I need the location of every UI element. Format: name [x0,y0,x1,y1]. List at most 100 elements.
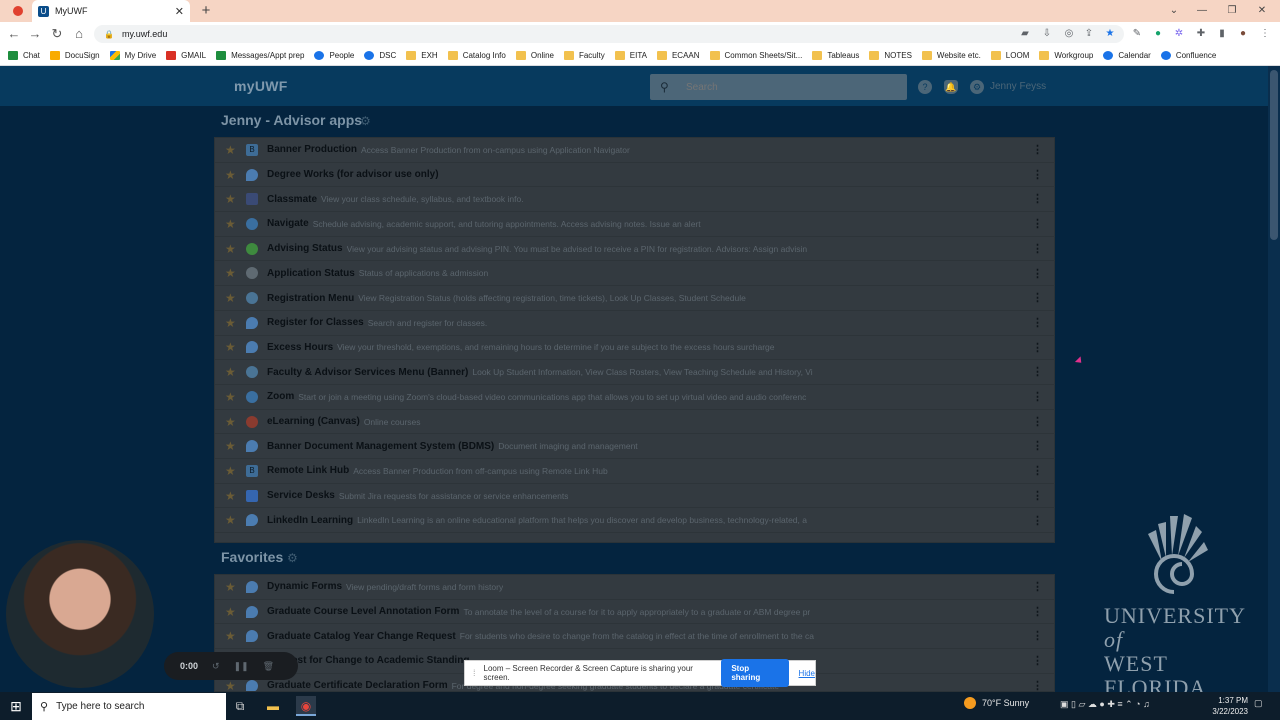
favorite-app-row[interactable]: ★ Dynamic Forms View pending/draft forms a… [215,575,1054,600]
loom-webcam-bubble[interactable] [6,540,154,688]
app-options-menu-icon[interactable]: ⋮ [1032,292,1043,304]
username[interactable]: Jenny Feyss [990,81,1046,92]
favorite-star-icon[interactable]: ★ [225,266,239,280]
app-name[interactable]: Excess Hours [267,342,333,353]
app-options-menu-icon[interactable]: ⋮ [1032,630,1043,642]
minimize-button[interactable]: — [1192,3,1212,19]
app-name[interactable]: Navigate [267,218,309,229]
app-name[interactable]: Application Status [267,268,355,279]
browser-tab[interactable]: U MyUWF ✕ [32,0,190,22]
app-options-menu-icon[interactable]: ⋮ [1032,144,1043,156]
favorite-star-icon[interactable]: ★ [225,217,239,231]
file-explorer-icon[interactable]: ▬ [263,696,283,716]
bookmark-item[interactable]: LOOM [990,51,1029,60]
favorite-star-icon[interactable]: ★ [225,390,239,404]
advisor-app-row[interactable]: ★ Classmate View your class schedule, syll… [215,187,1055,213]
advisor-app-row[interactable]: ★ Banner Document Management System (BDMS… [215,434,1055,460]
advisor-app-row[interactable]: ★ B Remote Link Hub Access Banner Productio… [215,459,1055,484]
app-name[interactable]: Classmate [267,194,317,205]
app-name[interactable]: Zoom [267,391,294,402]
weather-widget[interactable]: 70°F Sunny [964,697,1029,709]
advisor-app-row[interactable]: ★ Advising Status View your advising statu… [215,237,1055,262]
advisor-app-row[interactable]: ★ Application Status Status of application… [215,262,1055,287]
bookmark-item[interactable]: Common Sheets/Sit... [709,51,802,60]
bookmark-item[interactable]: EITA [614,51,647,60]
search-box[interactable]: ⚲ [650,74,907,100]
app-name[interactable]: eLearning (Canvas) [267,416,360,427]
favorite-star-icon[interactable]: ★ [225,168,239,182]
app-options-menu-icon[interactable]: ⋮ [1032,193,1043,205]
advisor-app-row[interactable]: ★ Degree Works (for advisor use only) ⋮ [215,163,1055,188]
bookmark-item[interactable]: Online [515,51,554,60]
translate-icon[interactable]: ◎ [1062,26,1076,42]
app-name[interactable]: Advising Status [267,243,343,254]
tab-search-icon[interactable]: ⌄ [1164,3,1184,19]
app-options-menu-icon[interactable]: ⋮ [1032,655,1043,667]
advisor-app-row[interactable]: ★ Register for Classes Search and register… [215,311,1055,336]
taskbar-search[interactable]: ⚲ Type here to search [32,693,226,720]
app-options-menu-icon[interactable]: ⋮ [1032,515,1043,527]
app-name[interactable]: Graduate Certificate Declaration Form [267,680,448,691]
app-options-menu-icon[interactable]: ⋮ [1032,416,1043,428]
app-options-menu-icon[interactable]: ⋮ [1032,268,1043,280]
grammarly-icon[interactable]: ● [1151,26,1165,42]
bookmark-item[interactable]: Website etc. [921,51,981,60]
drag-handle-icon[interactable]: ⁞ [473,668,476,678]
app-options-menu-icon[interactable]: ⋮ [1032,391,1043,403]
bookmark-item[interactable]: Faculty [563,51,605,60]
side-panel-icon[interactable]: ▮ [1215,26,1229,42]
install-icon[interactable]: ⇩ [1040,26,1054,42]
favorite-star-icon[interactable]: ★ [225,192,239,206]
loom-delete-icon[interactable]: 🗑 [263,661,274,672]
bookmark-item[interactable]: Confluence [1160,51,1216,60]
app-name[interactable]: Remote Link Hub [267,465,349,476]
app-options-menu-icon[interactable]: ⋮ [1032,440,1043,452]
profile-avatar-icon[interactable]: ● [1236,26,1250,42]
favorite-star-icon[interactable]: ★ [225,580,239,594]
extension-gear-icon[interactable]: ✲ [1172,26,1186,42]
settings-gear-icon[interactable]: ⚙ [970,80,984,94]
search-input[interactable] [686,81,886,93]
advisor-app-row[interactable]: ★ LinkedIn Learning LinkedIn Learning is a… [215,509,1055,534]
bookmark-item[interactable]: Catalog Info [447,51,506,60]
bookmark-item[interactable]: Chat [8,51,40,60]
favorite-app-row[interactable]: ★ Graduate Course Level Annotation Form To… [215,600,1054,625]
app-options-menu-icon[interactable]: ⋮ [1032,218,1043,230]
help-icon[interactable]: ? [918,80,932,94]
app-options-menu-icon[interactable]: ⋮ [1032,366,1043,378]
bookmark-item[interactable]: Tableaus [812,51,859,60]
myuwf-logo[interactable]: myUWF [234,78,288,94]
advisor-app-row[interactable]: ★ Excess Hours View your threshold, exempt… [215,336,1055,361]
favorites-settings-icon[interactable]: ⚙ [287,551,298,565]
favorite-star-icon[interactable]: ★ [225,679,239,691]
chrome-taskbar-icon[interactable]: ◉ [296,696,316,716]
new-tab-button[interactable]: + [198,2,214,20]
app-name[interactable]: LinkedIn Learning [267,515,353,526]
favorite-star-icon[interactable]: ★ [225,242,239,256]
favorite-app-row[interactable]: ★ Graduate Catalog Year Change Request For… [215,624,1054,650]
app-options-menu-icon[interactable]: ⋮ [1032,465,1043,477]
app-options-menu-icon[interactable]: ⋮ [1032,169,1043,181]
loom-restart-icon[interactable]: ↺ [212,661,220,672]
bookmark-item[interactable]: Workgroup [1039,51,1093,60]
bookmark-item[interactable]: EXH [406,51,438,60]
favorite-star-icon[interactable]: ★ [225,340,239,354]
bookmark-star-icon[interactable]: ★ [1103,26,1117,42]
favorite-star-icon[interactable]: ★ [225,629,239,643]
advisor-app-row[interactable]: ★ Navigate Schedule advising, academic sup… [215,212,1055,237]
restore-button[interactable]: ❐ [1222,3,1242,19]
address-bar[interactable]: 🔒 my.uwf.edu [94,25,1124,43]
app-options-menu-icon[interactable]: ⋮ [1032,342,1043,354]
notifications-icon[interactable]: ▢ [1254,698,1263,709]
reload-button[interactable]: ↻ [48,24,66,44]
bookmark-item[interactable]: DSC [364,51,396,60]
advisor-app-row[interactable]: ★ B Banner Production Access Banner Product… [215,138,1055,163]
app-name[interactable]: Register for Classes [267,317,364,328]
chrome-menu-icon[interactable]: ⋮ [1258,26,1272,42]
notifications-bell-icon[interactable]: 🔔 [944,80,958,94]
share-icon[interactable]: ⇪ [1082,26,1096,42]
bookmark-item[interactable]: ECAAN [656,51,700,60]
app-options-menu-icon[interactable]: ⋮ [1032,606,1043,618]
app-options-menu-icon[interactable]: ⋮ [1032,581,1043,593]
app-name[interactable]: Registration Menu [267,293,354,304]
